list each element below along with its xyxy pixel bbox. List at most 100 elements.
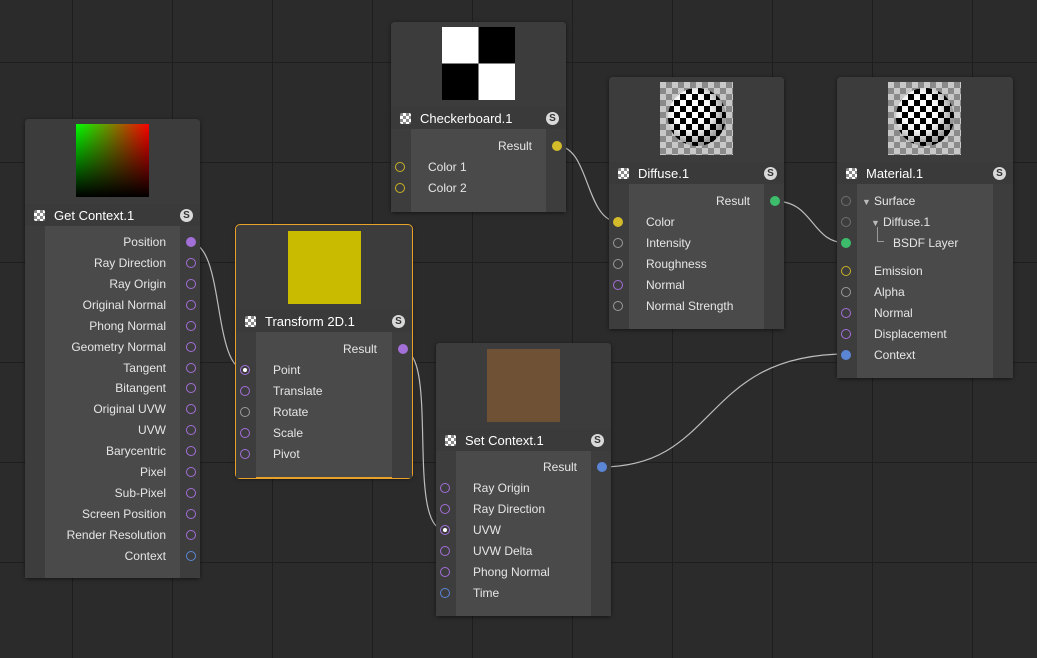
tree-item-diffuse[interactable]: Diffuse.1 <box>883 215 930 229</box>
input-label: Color 2 <box>428 181 467 195</box>
output-label: Phong Normal <box>89 319 166 333</box>
shader-node-icon <box>445 434 456 446</box>
input-label: UVW Delta <box>473 544 533 558</box>
result-output-port[interactable] <box>552 141 562 151</box>
tree-item-bsdf-layer[interactable]: BSDF Layer <box>893 236 958 250</box>
input-port[interactable] <box>841 329 851 339</box>
input-port[interactable] <box>440 588 450 598</box>
output-port[interactable] <box>186 258 196 268</box>
input-port[interactable] <box>395 183 405 193</box>
node-title: Material.1 <box>866 165 924 181</box>
node-header[interactable]: Transform 2D.1 S <box>236 310 412 332</box>
input-port[interactable] <box>613 217 623 227</box>
node-title: Diffuse.1 <box>638 165 690 181</box>
input-port[interactable] <box>240 386 250 396</box>
input-port[interactable] <box>613 259 623 269</box>
output-label: Screen Position <box>81 507 166 521</box>
node-header[interactable]: Checkerboard.1 S <box>391 107 566 129</box>
input-port[interactable] <box>395 162 405 172</box>
result-label: Result <box>542 460 577 474</box>
input-port[interactable] <box>841 196 851 206</box>
output-port[interactable] <box>186 551 196 561</box>
input-port[interactable] <box>613 238 623 248</box>
node-preview <box>25 119 200 204</box>
input-port[interactable] <box>240 428 250 438</box>
input-port[interactable] <box>841 266 851 276</box>
input-port[interactable] <box>240 407 250 417</box>
wire-setcontext-to-context <box>600 353 848 468</box>
input-port[interactable] <box>841 217 851 227</box>
node-material[interactable]: Material.1 S ▼ Surface ▼ Diffuse.1 BSDF … <box>837 77 1013 378</box>
output-port[interactable] <box>186 300 196 310</box>
input-port[interactable] <box>440 504 450 514</box>
expand-triangle-icon[interactable]: ▼ <box>862 197 871 207</box>
input-label: Pivot <box>273 447 300 461</box>
node-body <box>837 184 1013 378</box>
input-port[interactable] <box>613 301 623 311</box>
input-port[interactable] <box>440 546 450 556</box>
output-label: Barycentric <box>105 444 166 458</box>
output-port[interactable] <box>186 446 196 456</box>
output-label: UVW <box>138 423 166 437</box>
output-port[interactable] <box>186 363 196 373</box>
output-port[interactable] <box>186 509 196 519</box>
node-get-context[interactable]: Get Context.1 S Position Ray Direction R… <box>25 119 200 578</box>
input-port[interactable] <box>841 287 851 297</box>
input-label: Ray Direction <box>473 502 546 516</box>
output-port[interactable] <box>186 383 196 393</box>
node-diffuse[interactable]: Diffuse.1 S Result Color Intensity Rough… <box>609 77 784 329</box>
input-label: Displacement <box>874 327 947 341</box>
solo-button[interactable]: S <box>392 314 405 328</box>
node-body <box>391 129 566 212</box>
node-header[interactable]: Set Context.1 S <box>436 429 611 451</box>
solo-button[interactable]: S <box>993 166 1006 180</box>
output-label: Tangent <box>123 361 166 375</box>
node-transform-2d[interactable]: Transform 2D.1 S Result Point Translate … <box>235 224 413 479</box>
node-header[interactable]: Diffuse.1 S <box>609 162 784 184</box>
input-port[interactable] <box>440 567 450 577</box>
output-port[interactable] <box>186 321 196 331</box>
output-port[interactable] <box>186 404 196 414</box>
output-port[interactable] <box>186 279 196 289</box>
shader-node-icon <box>400 112 411 124</box>
output-port[interactable] <box>186 530 196 540</box>
output-port[interactable] <box>186 488 196 498</box>
result-output-port[interactable] <box>770 196 780 206</box>
input-port[interactable] <box>841 350 851 360</box>
solo-button[interactable]: S <box>591 433 604 447</box>
input-port[interactable] <box>841 238 851 248</box>
tree-guide-line <box>877 227 884 242</box>
input-port-connected[interactable] <box>240 365 250 375</box>
input-port[interactable] <box>841 308 851 318</box>
output-port[interactable] <box>186 237 196 247</box>
node-header[interactable]: Get Context.1 S <box>25 204 200 226</box>
solo-button[interactable]: S <box>546 111 559 125</box>
output-label: Geometry Normal <box>71 340 166 354</box>
yellow-color-thumbnail <box>288 231 361 304</box>
solo-button[interactable]: S <box>180 208 193 222</box>
input-port[interactable] <box>240 449 250 459</box>
output-port[interactable] <box>186 467 196 477</box>
solo-button[interactable]: S <box>764 166 777 180</box>
output-port[interactable] <box>186 342 196 352</box>
result-output-port[interactable] <box>398 344 408 354</box>
input-label: Alpha <box>874 285 905 299</box>
checker-sphere <box>668 88 726 146</box>
input-port[interactable] <box>613 280 623 290</box>
input-label: Roughness <box>646 257 707 271</box>
input-port[interactable] <box>440 483 450 493</box>
node-set-context[interactable]: Set Context.1 S Result Ray Origin Ray Di… <box>436 343 611 616</box>
node-title: Transform 2D.1 <box>265 313 355 329</box>
input-port-connected[interactable] <box>440 525 450 535</box>
node-checkerboard[interactable]: Checkerboard.1 S Result Color 1 Color 2 <box>391 22 566 212</box>
input-label: Translate <box>273 384 323 398</box>
result-label: Result <box>497 139 532 153</box>
input-label: Phong Normal <box>473 565 550 579</box>
result-output-port[interactable] <box>597 462 607 472</box>
input-label: Ray Origin <box>473 481 530 495</box>
shader-node-icon <box>245 315 256 327</box>
node-header[interactable]: Material.1 S <box>837 162 1013 184</box>
tree-item-surface[interactable]: Surface <box>874 194 915 208</box>
node-title: Checkerboard.1 <box>420 110 513 126</box>
output-port[interactable] <box>186 425 196 435</box>
